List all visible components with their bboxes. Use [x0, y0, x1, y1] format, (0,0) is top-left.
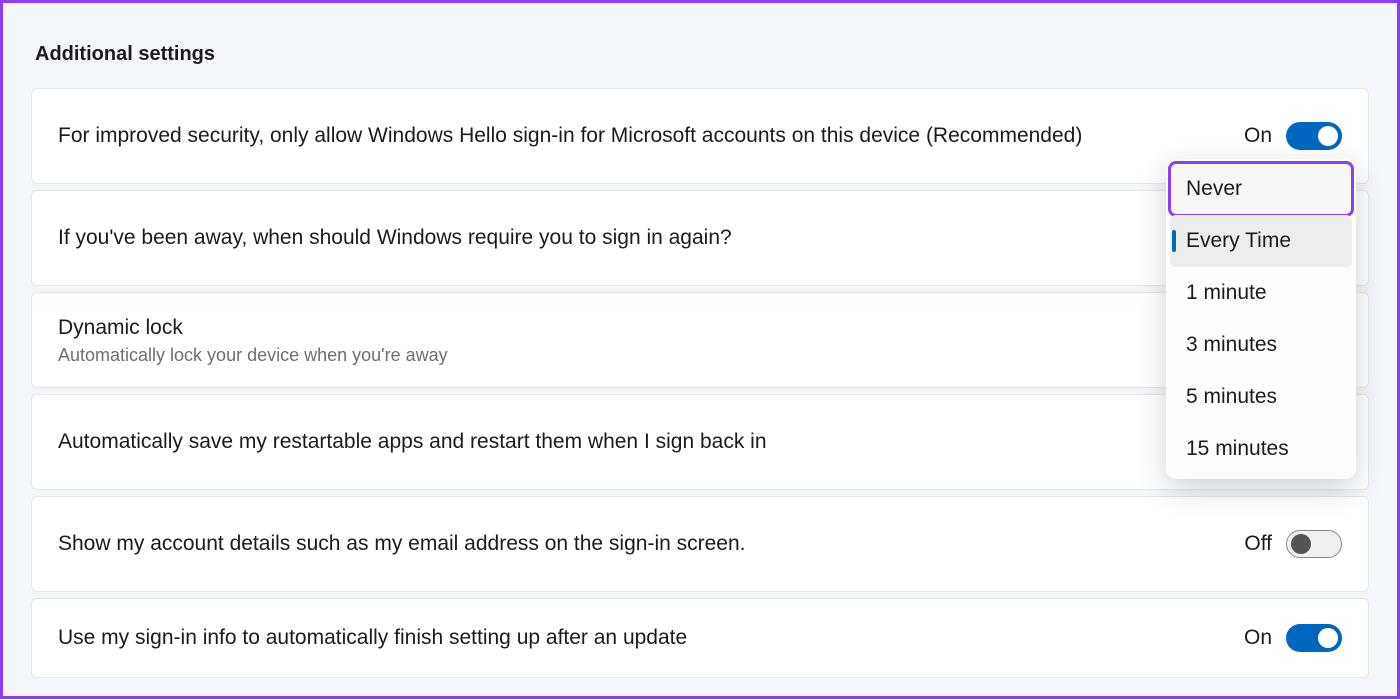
row-windows-hello-label: For improved security, only allow Window… [58, 122, 1082, 150]
dropdown-option-15-minutes[interactable]: 15 minutes [1170, 423, 1352, 475]
dropdown-option-every-time[interactable]: Every Time [1170, 215, 1352, 267]
row-require-signin-label: If you've been away, when should Windows… [58, 224, 732, 252]
row-use-signin-info-label: Use my sign-in info to automatically fin… [58, 624, 687, 652]
row-use-signin-info: Use my sign-in info to automatically fin… [31, 598, 1369, 678]
row-restartable-apps-label: Automatically save my restartable apps a… [58, 428, 767, 456]
toggle-show-account[interactable] [1286, 530, 1342, 558]
dropdown-option-never[interactable]: Never [1170, 163, 1352, 215]
row-dynamic-lock-label: Dynamic lock [58, 314, 448, 342]
dropdown-option-5-minutes[interactable]: 5 minutes [1170, 371, 1352, 423]
row-show-account-label: Show my account details such as my email… [58, 530, 746, 558]
row-windows-hello: For improved security, only allow Window… [31, 88, 1369, 184]
row-use-signin-info-state: On [1244, 626, 1272, 650]
dropdown-option-3-minutes[interactable]: 3 minutes [1170, 319, 1352, 371]
row-show-account: Show my account details such as my email… [31, 496, 1369, 592]
toggle-use-signin-info[interactable] [1286, 624, 1342, 652]
toggle-windows-hello[interactable] [1286, 122, 1342, 150]
require-signin-dropdown[interactable]: Never Every Time 1 minute 3 minutes 5 mi… [1166, 159, 1356, 479]
row-windows-hello-state: On [1244, 124, 1272, 148]
row-dynamic-lock-sublabel: Automatically lock your device when you'… [58, 345, 448, 366]
section-title: Additional settings [35, 43, 1369, 66]
dropdown-option-1-minute[interactable]: 1 minute [1170, 267, 1352, 319]
row-show-account-state: Off [1244, 532, 1272, 556]
